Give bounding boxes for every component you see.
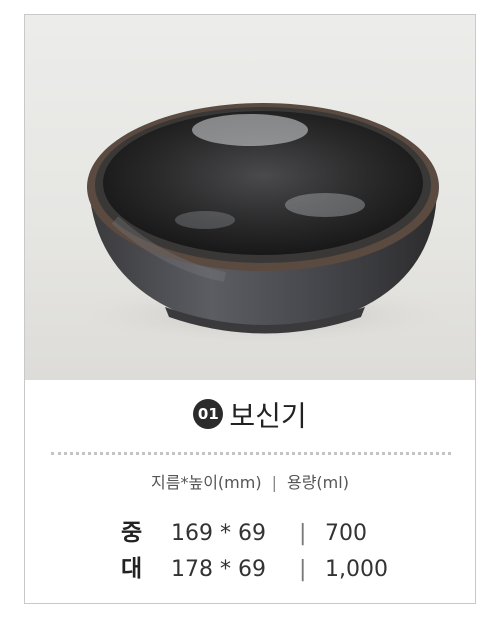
row-separator: | [299,557,307,582]
bowl-image [75,103,455,345]
dimensions-value: 178 * 69 [171,557,266,582]
product-name: 보신기 [229,399,307,433]
dimensions-value: 169 * 69 [171,521,266,546]
product-photo [25,15,475,380]
product-title-row: 01 보신기 [25,396,475,436]
spec-table: 중 169 * 69 | 700 대 178 * 69 | 1,000 [121,515,388,587]
volume-value: 700 [325,521,367,546]
dimension-label: 지름*높이(mm) [151,473,262,492]
product-card: 01 보신기 지름*높이(mm) | 용량(ml) 중 169 * 69 | 700 대 17… [24,14,476,604]
size-label: 중 [121,520,143,546]
spec-row-large: 대 178 * 69 | 1,000 [121,551,388,587]
dotted-divider [51,452,451,455]
product-number-badge: 01 [193,398,224,429]
spec-header-separator: | [271,473,277,492]
size-label: 대 [121,556,143,582]
row-separator: | [299,521,307,546]
volume-value: 1,000 [325,557,388,582]
volume-label: 용량(ml) [286,473,349,492]
spec-row-medium: 중 169 * 69 | 700 [121,515,388,551]
spec-header: 지름*높이(mm) | 용량(ml) [25,469,475,493]
